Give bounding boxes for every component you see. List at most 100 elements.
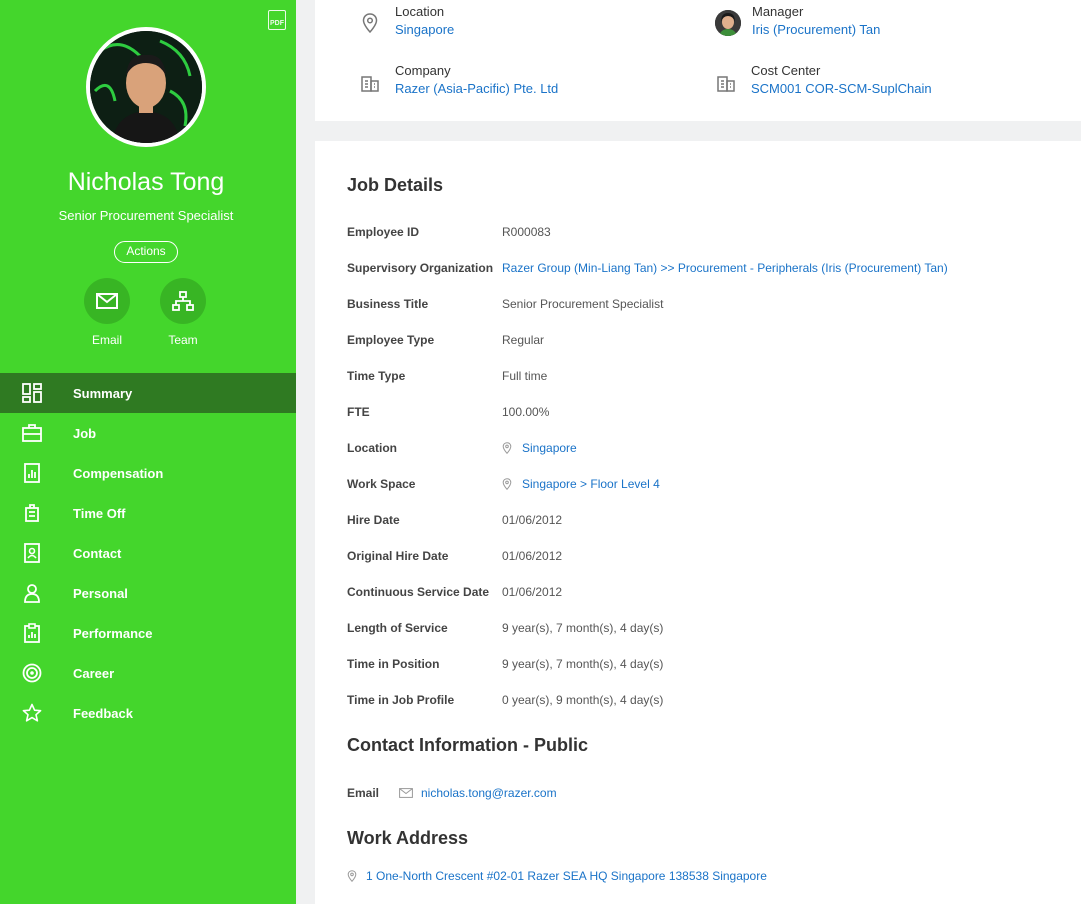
detail-value: 100.00% bbox=[502, 405, 550, 419]
target-icon bbox=[22, 663, 42, 683]
detail-row: Time in Position 9 year(s), 7 month(s), 4… bbox=[347, 655, 663, 673]
detail-key: Time Type bbox=[347, 369, 406, 383]
detail-value: 9 year(s), 7 month(s), 4 day(s) bbox=[502, 621, 664, 635]
nav-label: Performance bbox=[73, 625, 153, 641]
contact-email-label: Email bbox=[347, 786, 380, 800]
detail-key: Time in Job Profile bbox=[347, 693, 455, 707]
envelope-icon bbox=[399, 788, 413, 798]
detail-key: Length of Service bbox=[347, 621, 448, 635]
email-value: nicholas.tong@razer.com bbox=[421, 786, 557, 800]
location-info: Location Singapore bbox=[360, 4, 454, 37]
nav-label: Personal bbox=[73, 585, 128, 601]
detail-value: R000083 bbox=[502, 225, 551, 239]
org-chart-icon bbox=[160, 278, 206, 324]
company-link[interactable]: Razer (Asia-Pacific) Pte. Ltd bbox=[395, 81, 558, 96]
detail-row: Location Singapore bbox=[347, 439, 577, 457]
nav-label: Job bbox=[73, 425, 97, 441]
nav-item-time-off[interactable]: Time Off bbox=[0, 493, 296, 533]
detail-key: Time in Position bbox=[347, 657, 440, 671]
email-quick-action[interactable]: Email bbox=[77, 278, 137, 347]
detail-key: Employee ID bbox=[347, 225, 420, 239]
nav-item-career[interactable]: Career bbox=[0, 653, 296, 693]
nav-label: Feedback bbox=[73, 705, 133, 721]
nav-item-compensation[interactable]: Compensation bbox=[0, 453, 296, 493]
detail-key: Business Title bbox=[347, 297, 429, 311]
briefcase-icon bbox=[22, 423, 42, 443]
job-details-heading: Job Details bbox=[347, 175, 444, 195]
detail-key: Original Hire Date bbox=[347, 549, 449, 563]
detail-row: Original Hire Date 01/06/2012 bbox=[347, 547, 562, 565]
profile-avatar bbox=[86, 27, 206, 147]
cost-center-link[interactable]: SCM001 COR-SCM-SuplChain bbox=[751, 81, 932, 96]
location-link[interactable]: Singapore bbox=[395, 22, 454, 37]
team-action-label: Team bbox=[168, 333, 198, 347]
detail-value: 01/06/2012 bbox=[502, 513, 563, 527]
company-info: Company Razer (Asia-Pacific) Pte. Ltd bbox=[360, 63, 558, 96]
detail-value: Regular bbox=[502, 333, 545, 347]
pdf-export-icon[interactable]: PDF bbox=[268, 10, 286, 30]
nav-label: Compensation bbox=[73, 465, 164, 481]
nav-item-job[interactable]: Job bbox=[0, 413, 296, 453]
location-pin-icon bbox=[502, 442, 512, 454]
detail-key: Work Space bbox=[347, 477, 416, 491]
location-pin-icon bbox=[362, 13, 378, 33]
location-label: Location bbox=[395, 4, 445, 19]
job-details-card: Job Details Employee ID R000083 Superviso… bbox=[315, 141, 1081, 904]
detail-row: Time Type Full time bbox=[347, 367, 547, 385]
building-icon bbox=[717, 76, 735, 92]
manager-link[interactable]: Iris (Procurement) Tan bbox=[752, 22, 880, 37]
nav-item-feedback[interactable]: Feedback bbox=[0, 693, 296, 733]
detail-row: Work Space Singapore > Floor Level 4 bbox=[347, 475, 660, 493]
actions-button[interactable]: Actions bbox=[114, 241, 178, 263]
cost-center-info: Cost Center SCM001 COR-SCM-SuplChain bbox=[716, 63, 932, 96]
detail-row: Time in Job Profile 0 year(s), 9 month(s)… bbox=[347, 691, 663, 709]
contact-card-icon bbox=[22, 543, 42, 563]
nav-item-contact[interactable]: Contact bbox=[0, 533, 296, 573]
employee-name: Nicholas Tong bbox=[67, 168, 225, 196]
cost-center-label: Cost Center bbox=[751, 63, 821, 78]
supervisory-org-link[interactable]: Razer Group (Min-Liang Tan) >> Procureme… bbox=[502, 261, 948, 275]
email-action-label: Email bbox=[91, 333, 122, 347]
work-address-link[interactable]: 1 One-North Crescent #02-01 Razer SEA HQ… bbox=[347, 869, 767, 883]
detail-value: Senior Procurement Specialist bbox=[502, 297, 664, 311]
detail-row: Business Title Senior Procurement Special… bbox=[347, 295, 663, 313]
header-info-card: Location Singapore Manager Iris (Procure… bbox=[315, 0, 1081, 121]
detail-key: Hire Date bbox=[347, 513, 400, 527]
detail-key: FTE bbox=[347, 405, 370, 419]
profile-nav: Summary Job Compensation Time Off Contac… bbox=[0, 373, 296, 733]
manager-avatar bbox=[715, 10, 741, 36]
nav-label: Time Off bbox=[73, 505, 126, 521]
nav-label: Summary bbox=[73, 385, 133, 401]
dashboard-icon bbox=[22, 383, 42, 403]
building-icon bbox=[361, 76, 379, 92]
nav-item-summary[interactable]: Summary bbox=[0, 373, 296, 413]
detail-row: Length of Service 9 year(s), 7 month(s), … bbox=[347, 619, 663, 637]
detail-value: Full time bbox=[502, 369, 548, 383]
location-row-value: Singapore bbox=[522, 441, 577, 455]
detail-value: 9 year(s), 7 month(s), 4 day(s) bbox=[502, 657, 664, 671]
detail-value: 01/06/2012 bbox=[502, 585, 563, 599]
location-pin-icon bbox=[347, 870, 357, 882]
contact-info-heading: Contact Information - Public bbox=[347, 735, 588, 755]
detail-row: Hire Date 01/06/2012 bbox=[347, 511, 562, 529]
work-address-heading: Work Address bbox=[347, 828, 469, 848]
detail-key: Employee Type bbox=[347, 333, 435, 347]
nav-item-personal[interactable]: Personal bbox=[0, 573, 296, 613]
team-quick-action[interactable]: Team bbox=[153, 278, 213, 347]
luggage-icon bbox=[22, 503, 42, 523]
location-row-link[interactable]: Singapore bbox=[502, 441, 577, 455]
company-label: Company bbox=[395, 63, 451, 78]
manager-info: Manager Iris (Procurement) Tan bbox=[715, 4, 880, 37]
nav-label: Contact bbox=[73, 545, 122, 561]
work-space-link[interactable]: Singapore > Floor Level 4 bbox=[502, 477, 660, 491]
location-pin-icon bbox=[502, 478, 512, 490]
profile-sidebar: PDF Nicholas Tong Senior Procurement Spe… bbox=[0, 0, 296, 904]
email-link[interactable]: nicholas.tong@razer.com bbox=[399, 786, 557, 800]
star-icon bbox=[22, 703, 42, 723]
detail-key: Supervisory Organization bbox=[347, 261, 494, 275]
person-icon bbox=[22, 583, 42, 603]
nav-item-performance[interactable]: Performance bbox=[0, 613, 296, 653]
nav-label: Career bbox=[73, 665, 115, 681]
chart-icon bbox=[22, 463, 42, 483]
manager-label: Manager bbox=[752, 4, 804, 19]
